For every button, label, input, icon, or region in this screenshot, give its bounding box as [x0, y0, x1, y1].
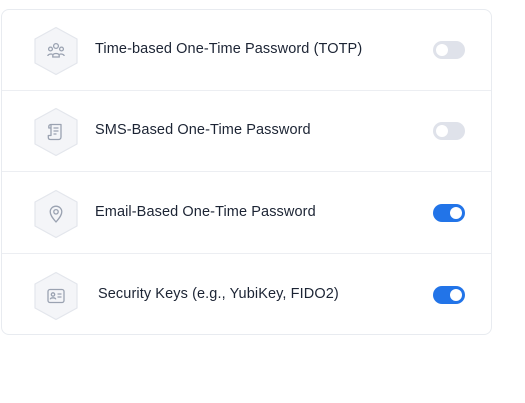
id-card-icon — [47, 288, 65, 304]
toggle-knob — [450, 289, 462, 301]
location-pin-icon — [49, 205, 63, 223]
toggle-totp[interactable] — [433, 41, 465, 59]
sms-icon-badge — [33, 107, 79, 157]
method-label-security-keys: Security Keys (e.g., YubiKey, FIDO2) — [98, 286, 339, 302]
toggle-sms[interactable] — [433, 122, 465, 140]
mfa-methods-card: Time-based One-Time Password (TOTP) SMS-… — [1, 9, 492, 335]
security-keys-icon-badge — [33, 271, 79, 321]
method-row-totp: Time-based One-Time Password (TOTP) — [2, 10, 491, 91]
toggle-security-keys[interactable] — [433, 286, 465, 304]
method-row-email: Email-Based One-Time Password — [2, 173, 491, 254]
method-label-totp: Time-based One-Time Password (TOTP) — [95, 41, 363, 57]
people-group-icon — [47, 42, 65, 58]
method-row-sms: SMS-Based One-Time Password — [2, 91, 491, 172]
toggle-knob — [436, 125, 448, 137]
method-label-sms: SMS-Based One-Time Password — [95, 122, 311, 138]
toggle-email[interactable] — [433, 204, 465, 222]
toggle-knob — [450, 207, 462, 219]
method-row-security-keys: Security Keys (e.g., YubiKey, FIDO2) — [2, 255, 491, 334]
toggle-knob — [436, 44, 448, 56]
totp-icon-badge — [33, 26, 79, 76]
sms-scroll-icon — [47, 123, 62, 141]
method-label-email: Email-Based One-Time Password — [95, 204, 316, 220]
email-icon-badge — [33, 189, 79, 239]
